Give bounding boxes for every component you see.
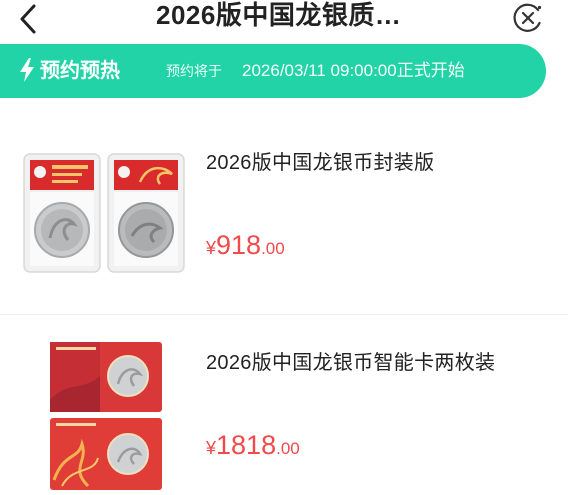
price-integer: 1818 [216,430,277,460]
coin-card-image [50,342,162,490]
close-circle-icon [513,3,542,32]
divider [0,314,568,315]
page-title: 2026版中国龙银质… [156,0,402,30]
price-decimal: .00 [276,439,300,458]
banner-title: 预约预热 [40,60,120,82]
nav-bar: 2026版中国龙银质… [0,0,568,40]
product-price: ¥1818.00 [206,430,300,461]
price-symbol: ¥ [206,238,217,258]
chevron-left-icon [20,4,36,34]
close-button[interactable] [512,2,544,34]
price-decimal: .00 [261,239,285,258]
back-button[interactable] [14,2,44,36]
preorder-banner: 预约预热 预约将于 2026/03/11 09:00:00正式开始 [0,44,546,98]
price-integer: 918 [216,230,262,260]
product-item[interactable]: 2026版中国龙银币智能卡两枚装 ¥1818.00 [0,326,568,495]
banner-start-time: 2026/03/11 09:00:00正式开始 [242,61,465,80]
price-symbol: ¥ [206,438,217,458]
banner-prefix: 预约将于 [166,63,222,79]
lightning-icon [20,58,34,82]
coin-slab-image [23,153,185,273]
product-item[interactable]: 2026版中国龙银币封装版 ¥918.00 [0,118,568,308]
product-name: 2026版中国龙银币智能卡两枚装 [206,352,496,374]
product-name: 2026版中国龙银币封装版 [206,152,435,174]
product-price: ¥918.00 [206,230,285,261]
